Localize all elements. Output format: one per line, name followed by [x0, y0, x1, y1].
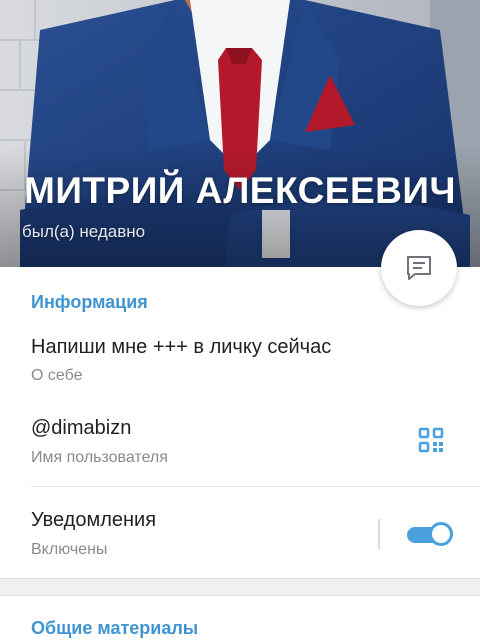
row-divider [31, 486, 480, 487]
bio-label: О себе [31, 367, 83, 384]
info-section-title: Информация [31, 292, 148, 312]
username-label: Имя пользователя [31, 449, 168, 466]
qr-code-icon[interactable] [418, 427, 444, 453]
username-text: @dimabizn [31, 417, 132, 439]
message-icon [407, 256, 431, 280]
notifications-status: Включены [31, 541, 108, 558]
notifications-title: Уведомления [31, 509, 157, 531]
send-message-button[interactable] [381, 230, 457, 306]
notifications-toggle[interactable] [405, 521, 453, 547]
toggle-separator [378, 519, 380, 549]
section-spacer [0, 578, 480, 596]
profile-name: МИТРИЙ АЛЕКСЕЕВИЧ [24, 170, 456, 211]
shared-media-section-title[interactable]: Общие материалы [31, 618, 198, 639]
profile-header: МИТРИЙ АЛЕКСЕЕВИЧ был(а) недавно [0, 0, 480, 267]
last-seen-status: был(а) недавно [22, 222, 146, 241]
bio-text: Напиши мне +++ в личку сейчас [31, 336, 332, 358]
toggle-knob [429, 522, 453, 546]
